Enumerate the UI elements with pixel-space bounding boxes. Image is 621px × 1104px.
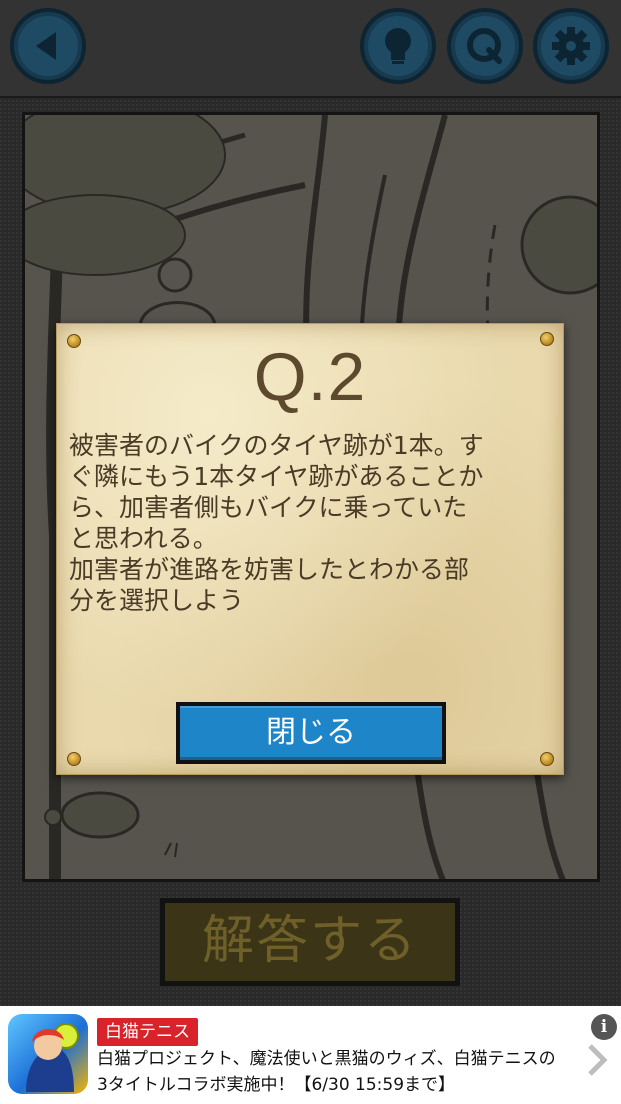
question-text: 被害者のバイクのタイヤ跡が1本。す ぐ隣にもう1本タイヤ跡があることか ら、加害… [69, 431, 484, 615]
ad-banner[interactable]: 白猫テニス 白猫プロジェクト、魔法使いと黒猫のウィズ、白猫テニスの 3タイトルコ… [0, 1006, 621, 1104]
ad-line: 3タイトルコラボ実施中！【6/30 15:59まで】 [97, 1075, 456, 1095]
lightbulb-icon [385, 28, 411, 64]
gear-icon [552, 27, 590, 65]
info-icon[interactable]: i [591, 1014, 617, 1040]
pin-icon [540, 752, 554, 766]
close-button[interactable]: 閉じる [176, 702, 446, 764]
dialog-title: Q.2 [253, 339, 367, 415]
app-icon[interactable] [8, 1014, 88, 1094]
settings-button[interactable] [533, 8, 609, 84]
chevron-right-icon[interactable] [584, 1040, 610, 1080]
question-button[interactable] [447, 8, 523, 84]
top-toolbar [0, 0, 621, 98]
pin-icon [67, 752, 81, 766]
answer-button[interactable]: 解答する [160, 898, 460, 986]
ad-line: 白猫プロジェクト、魔法使いと黒猫のウィズ、白猫テニスの [97, 1049, 556, 1069]
question-dialog: Q.2 被害者のバイクのタイヤ跡が1本。す ぐ隣にもう1本タイヤ跡があることか … [56, 323, 564, 775]
back-arrow-icon [36, 32, 56, 60]
ad-description: 白猫プロジェクト、魔法使いと黒猫のウィズ、白猫テニスの 3タイトルコラボ実施中！… [97, 1046, 575, 1098]
q-icon [467, 28, 502, 64]
hint-button[interactable] [360, 8, 436, 84]
ad-title-badge: 白猫テニス [97, 1018, 198, 1046]
back-button[interactable] [10, 8, 86, 84]
